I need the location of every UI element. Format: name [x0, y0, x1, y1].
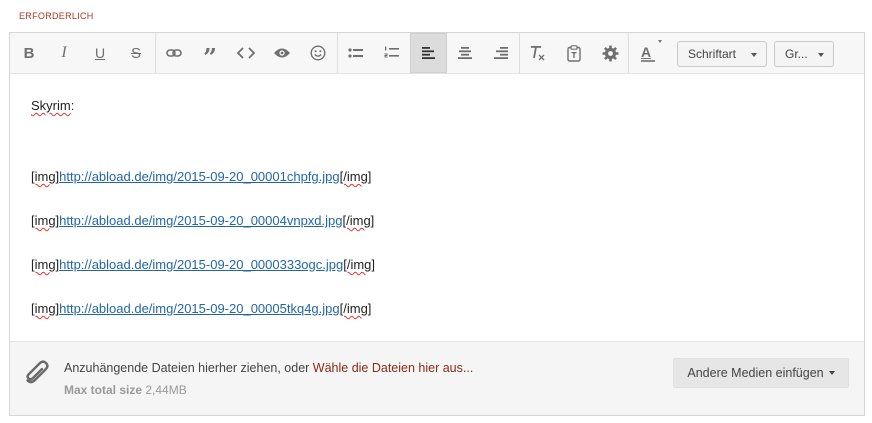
italic-icon: I — [61, 44, 67, 61]
insert-media-button[interactable]: Andere Medien einfügen — [673, 358, 849, 388]
strikethrough-icon: S — [130, 44, 141, 62]
numbered-list-icon — [384, 46, 399, 58]
image-link[interactable]: http://abload.de/img/2015-09-20_00001chp… — [59, 169, 339, 184]
eye-icon — [274, 48, 290, 58]
font-size-value: Gr... — [785, 47, 808, 61]
paperclip-icon — [26, 360, 49, 384]
settings-button[interactable] — [592, 33, 628, 73]
clipboard-icon — [567, 44, 581, 62]
code-button[interactable] — [228, 33, 264, 73]
smiley-icon — [310, 45, 326, 61]
emoji-button[interactable] — [300, 33, 336, 73]
bullet-list-icon — [348, 48, 363, 58]
chevron-down-icon — [751, 53, 757, 57]
bullet-list-button[interactable] — [338, 33, 374, 73]
img-tag-line: [img]http://abload.de/img/2015-09-20_000… — [31, 257, 376, 272]
caret-down-icon — [828, 371, 835, 375]
align-center-button[interactable] — [447, 33, 483, 73]
chevron-down-icon — [818, 53, 824, 57]
link-icon — [166, 49, 182, 57]
clear-format-icon — [531, 46, 545, 61]
font-family-value: Schriftart — [688, 47, 737, 61]
img-tag-line: [img]http://abload.de/img/2015-09-20_000… — [31, 301, 372, 316]
rich-text-editor: B I U S ” A Schriftart Gr... Skyrim: [im… — [9, 32, 865, 416]
editor-content[interactable]: Skyrim: [img]http://abload.de/img/2015-0… — [10, 74, 864, 341]
text-color-button[interactable]: A — [629, 33, 669, 73]
attachment-bar: Anzuhängende Dateien hierher ziehen, ode… — [10, 341, 864, 415]
image-link[interactable]: http://abload.de/img/2015-09-20_00004vnp… — [59, 213, 342, 228]
paste-text-button[interactable] — [556, 33, 592, 73]
align-right-icon — [494, 47, 508, 59]
remove-format-button[interactable] — [520, 33, 556, 73]
editor-toolbar: B I U S ” A Schriftart Gr... — [10, 33, 864, 74]
font-size-dropdown[interactable]: Gr... — [774, 41, 834, 67]
bold-button[interactable]: B — [11, 33, 47, 73]
text-color-icon: A — [639, 40, 662, 64]
image-link[interactable]: http://abload.de/img/2015-09-20_0000333o… — [59, 257, 343, 272]
align-left-button[interactable] — [410, 33, 447, 73]
image-link[interactable]: http://abload.de/img/2015-09-20_00005tkq… — [59, 301, 339, 316]
underline-icon: U — [94, 45, 106, 61]
underline-button[interactable]: U — [82, 33, 118, 73]
align-right-button[interactable] — [483, 33, 519, 73]
gear-icon — [602, 45, 618, 61]
strikethrough-button[interactable]: S — [118, 33, 154, 73]
quote-button[interactable]: ” — [192, 33, 228, 73]
img-tag-line: [img]http://abload.de/img/2015-09-20_000… — [31, 213, 375, 228]
link-button[interactable] — [156, 33, 192, 73]
max-size-info: Max total size 2,44MB — [64, 383, 187, 397]
align-center-icon — [458, 47, 472, 59]
choose-files-link[interactable]: Wähle die Dateien hier aus... — [313, 361, 474, 375]
quote-icon: ” — [203, 43, 217, 72]
img-tag-line: [img]http://abload.de/img/2015-09-20_000… — [31, 169, 372, 184]
bold-icon: B — [23, 44, 35, 62]
code-icon — [237, 47, 255, 59]
font-family-dropdown[interactable]: Schriftart — [677, 41, 767, 67]
attach-instructions: Anzuhängende Dateien hierher ziehen, ode… — [64, 361, 474, 375]
italic-button[interactable]: I — [46, 33, 82, 73]
preview-button[interactable] — [264, 33, 300, 73]
align-left-icon — [421, 47, 435, 59]
required-label: ERFORDERLICH — [19, 11, 94, 21]
numbered-list-button[interactable] — [374, 33, 410, 73]
content-heading: Skyrim: — [31, 98, 75, 113]
